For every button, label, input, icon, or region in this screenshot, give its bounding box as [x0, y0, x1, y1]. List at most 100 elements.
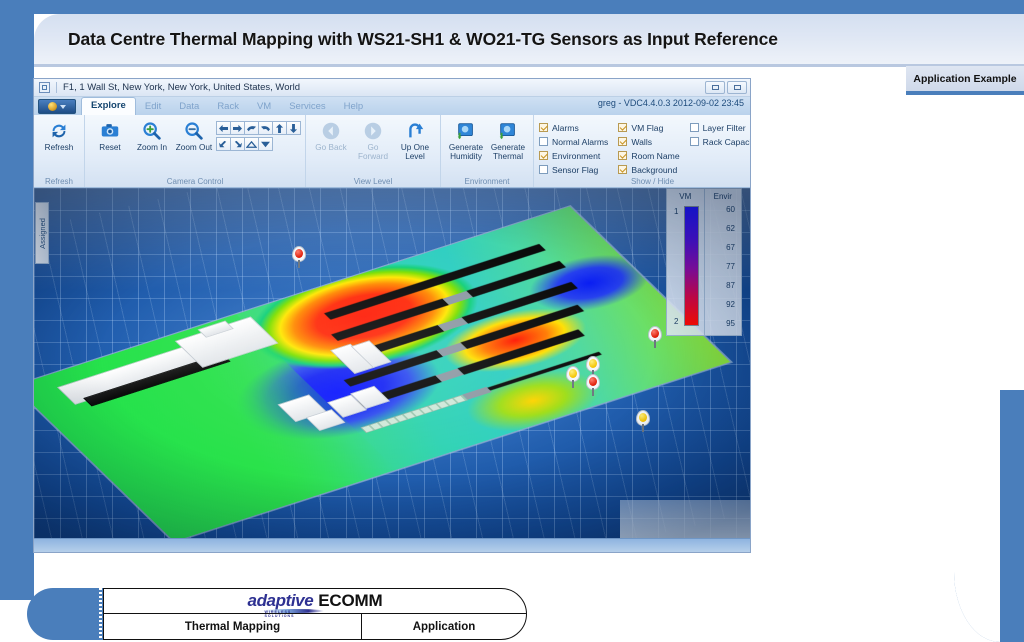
footer-dot-divider	[99, 588, 102, 640]
arrow-left-icon	[219, 124, 228, 132]
up-one-level-label: Up One Level	[400, 143, 430, 161]
checkbox-background[interactable]: Background	[618, 163, 679, 176]
checkbox-environment[interactable]: Environment	[539, 149, 608, 162]
go-back-button[interactable]: Go Back	[311, 117, 351, 152]
checkbox-alarms-box[interactable]	[539, 123, 548, 132]
pitch-down-button[interactable]	[258, 137, 273, 151]
checkbox-alarms-label: Alarms	[552, 122, 579, 133]
tab-data[interactable]: Data	[170, 98, 208, 115]
checkbox-layer-filter-label: Layer Filter	[702, 122, 746, 133]
pan-up-button[interactable]	[272, 121, 287, 135]
tab-edit[interactable]: Edit	[136, 98, 170, 115]
zoom-out-button[interactable]: Zoom Out	[174, 117, 214, 152]
ribbon-group-camera-control: Reset Zoom In Zoom Out Camera Control	[85, 115, 306, 187]
checkbox-normal-alarms[interactable]: Normal Alarms	[539, 135, 608, 148]
tab-services[interactable]: Services	[280, 98, 334, 115]
checkbox-sensor-flag[interactable]: Sensor Flag	[539, 163, 608, 176]
chevron-down-icon	[60, 104, 66, 109]
go-back-label: Go Back	[315, 143, 347, 152]
group-label-camera-control: Camera Control	[166, 177, 224, 186]
window-titlebar: F1, 1 Wall St, New York, New York, Unite…	[34, 79, 750, 97]
checkbox-vm-flag-box[interactable]	[618, 123, 628, 132]
show-hide-column-3: Layer Filter Rack Capacity	[689, 117, 751, 148]
application-window: F1, 1 Wall St, New York, New York, Unite…	[33, 78, 751, 553]
arrow-forward-icon	[364, 122, 382, 140]
group-label-environment: Environment	[464, 177, 510, 186]
close-button[interactable]	[727, 81, 747, 94]
checkbox-walls-label: Walls	[631, 136, 653, 147]
titlebar-divider	[56, 82, 57, 93]
app-menu-orb-button[interactable]	[38, 99, 76, 114]
checkbox-room-name-box[interactable]	[618, 151, 628, 160]
brand-logo: adaptive WIRELESS SOLUTIONS ECOMM	[104, 589, 526, 618]
tilt-down-left-button[interactable]	[216, 137, 231, 151]
application-example-label: Application Example	[913, 72, 1017, 85]
go-forward-button[interactable]: Go Forward	[353, 117, 393, 161]
checkbox-room-name[interactable]: Room Name	[618, 149, 680, 162]
checkbox-layer-filter-box[interactable]	[689, 123, 699, 132]
checkbox-walls-box[interactable]	[618, 137, 628, 146]
go-forward-label: Go Forward	[357, 143, 389, 161]
tilt-down-right-button[interactable]	[230, 137, 245, 151]
show-hide-column-1: Alarms Normal Alarms Environment Sensor …	[539, 117, 616, 176]
generate-humidity-label: Generate Humidity	[448, 143, 484, 161]
refresh-button[interactable]: Refresh	[39, 117, 79, 152]
tab-help[interactable]: Help	[335, 98, 373, 115]
checkbox-rack-capacity-label: Rack Capacity	[702, 136, 751, 147]
arrow-back-icon	[322, 122, 340, 140]
camera-arrow-pad	[216, 117, 301, 151]
checkbox-sensor-flag-box[interactable]	[539, 165, 548, 174]
page-title: Data Centre Thermal Mapping with WS21-SH…	[68, 29, 778, 49]
viewport-vignette	[34, 188, 750, 552]
checkbox-background-box[interactable]	[618, 165, 628, 174]
pitch-up-button[interactable]	[244, 137, 259, 151]
pan-left-button[interactable]	[216, 121, 231, 135]
checkbox-vm-flag[interactable]: VM Flag	[618, 121, 679, 134]
zoom-in-button[interactable]: Zoom In	[132, 117, 172, 152]
generate-humidity-button[interactable]: Generate Humidity	[446, 117, 486, 161]
tab-rack[interactable]: Rack	[208, 98, 248, 115]
rotate-left-icon	[247, 125, 256, 131]
up-level-icon	[409, 123, 424, 138]
up-one-level-button[interactable]: Up One Level	[395, 117, 435, 161]
checkbox-room-name-label: Room Name	[631, 150, 680, 161]
frame-right-bar	[1000, 390, 1024, 642]
camera-reset-icon	[101, 124, 119, 137]
ribbon-body: Refresh Refresh Reset Zoom In Zoom Out C…	[34, 115, 750, 188]
checkbox-alarms[interactable]: Alarms	[539, 121, 608, 134]
checkbox-rack-capacity-box[interactable]	[689, 137, 699, 146]
checkbox-walls[interactable]: Walls	[618, 135, 679, 148]
arrow-up-icon	[275, 123, 284, 133]
checkbox-vm-flag-label: VM Flag	[631, 122, 664, 133]
tab-explore[interactable]: Explore	[81, 97, 136, 115]
logo-tagline: WIRELESS SOLUTIONS	[264, 610, 295, 618]
show-hide-column-2: VM Flag Walls Room Name Background	[618, 117, 687, 176]
pan-down-button[interactable]	[286, 121, 301, 135]
ribbon-group-environment: Generate Humidity Generate Thermal Envir…	[441, 115, 534, 187]
thermal-3d-viewport[interactable]: Assigned VM 1 2 Envir 60 62 67 77	[34, 188, 750, 552]
camera-reset-button[interactable]: Reset	[90, 117, 130, 152]
refresh-label: Refresh	[44, 143, 74, 152]
footer-cell-application: Application	[412, 620, 476, 633]
restore-button[interactable]	[705, 81, 725, 94]
rotate-right-icon	[261, 125, 270, 131]
frame-top-bar	[0, 0, 1024, 14]
tab-vm[interactable]: VM	[248, 98, 280, 115]
globe-icon	[48, 102, 57, 111]
pan-right-button[interactable]	[230, 121, 245, 135]
arrow-down-icon	[289, 123, 298, 133]
checkbox-environment-box[interactable]	[539, 151, 548, 160]
checkbox-rack-capacity[interactable]: Rack Capacity	[689, 135, 751, 148]
rotate-right-button[interactable]	[258, 121, 273, 135]
generate-thermal-button[interactable]: Generate Thermal	[488, 117, 528, 161]
rotate-left-button[interactable]	[244, 121, 259, 135]
checkbox-normal-alarms-box[interactable]	[539, 137, 548, 146]
checkbox-layer-filter[interactable]: Layer Filter	[689, 121, 750, 134]
viewport-status-strip	[34, 538, 750, 552]
frame-left-bar	[0, 0, 34, 600]
triangle-up-icon	[246, 140, 257, 148]
logo-primary-text: adaptive WIRELESS SOLUTIONS	[248, 591, 324, 618]
triangle-down-icon	[261, 141, 270, 147]
group-label-view-level: View Level	[353, 177, 393, 186]
ribbon-tab-strip: Explore Edit Data Rack VM Services Help …	[34, 97, 750, 115]
